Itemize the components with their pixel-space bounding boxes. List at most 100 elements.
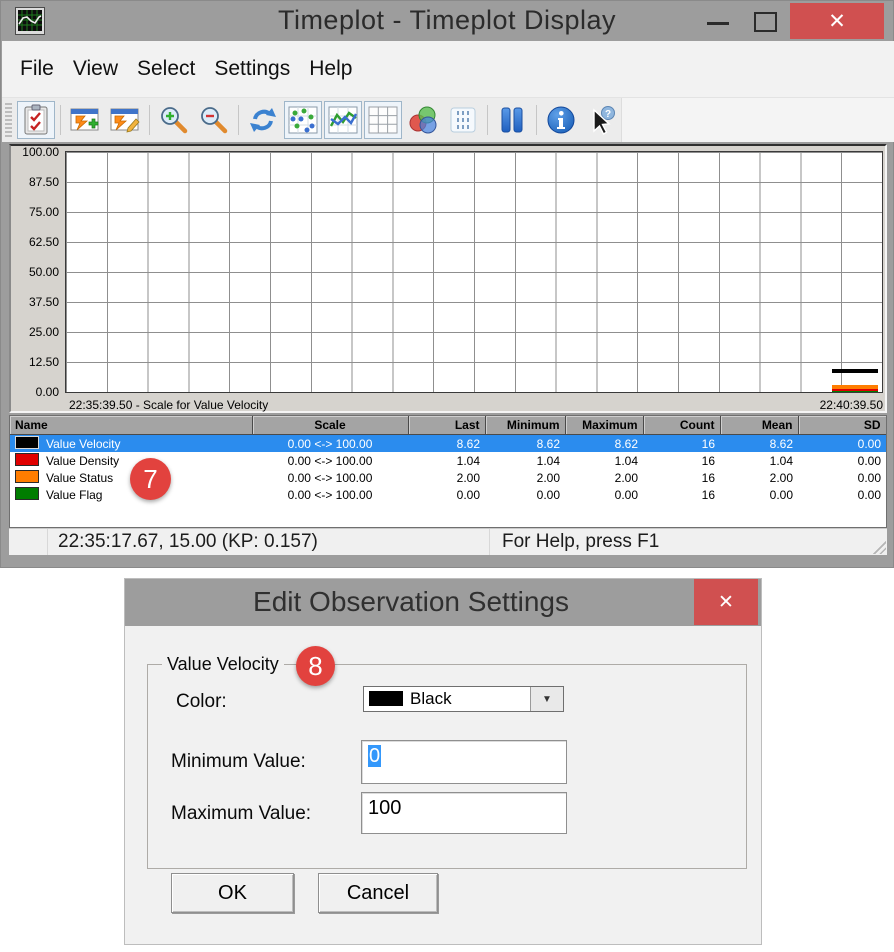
column-header-sd[interactable]: SD <box>798 416 886 435</box>
venn-circles-button[interactable] <box>404 101 442 139</box>
pause-button[interactable] <box>493 101 531 139</box>
close-icon: ✕ <box>718 591 734 613</box>
cell-count: 16 <box>701 487 715 502</box>
column-header-last[interactable]: Last <box>408 416 486 435</box>
y-tick-label: 62.50 <box>28 235 59 249</box>
zoom-in-button[interactable] <box>155 101 193 139</box>
toolbar-separator <box>149 105 150 135</box>
cell-last: 2.00 <box>456 470 480 485</box>
cell-max: 1.04 <box>614 453 638 468</box>
help-cursor-icon: ? <box>593 106 615 135</box>
refresh-button[interactable] <box>244 101 282 139</box>
y-axis-ticks: 100.00 87.50 75.00 62.50 50.00 37.50 25.00 12.5… <box>11 145 61 399</box>
y-tick-label: 75.00 <box>28 205 59 219</box>
cancel-button[interactable]: Cancel <box>318 873 438 913</box>
series-color-swatch <box>15 453 39 466</box>
dialog-close-button[interactable]: ✕ <box>694 579 758 625</box>
titlebar: Timeplot - Timeplot Display ✕ <box>1 1 893 41</box>
step-8-annotation: 8 <box>296 646 335 686</box>
cell-max: 8.62 <box>565 434 643 452</box>
y-tick-label: 100.00 <box>22 145 59 159</box>
maximize-button[interactable] <box>754 12 777 32</box>
help-cursor-button[interactable]: ? <box>582 101 620 139</box>
edit-plot-button[interactable] <box>106 101 144 139</box>
groupbox-label: Value Velocity <box>162 654 284 675</box>
ok-button[interactable]: OK <box>171 873 294 913</box>
y-tick-label: 37.50 <box>28 295 59 309</box>
column-header-scale[interactable]: Scale <box>252 416 409 435</box>
close-button[interactable]: ✕ <box>790 3 884 39</box>
menu-item-select[interactable]: Select <box>137 57 195 81</box>
toolbar-empty-area <box>621 98 894 142</box>
venn-circles-icon <box>409 106 437 134</box>
x-start-label: 22:35:39.50 - Scale for Value Velocity <box>69 398 269 412</box>
help-hint-text: For Help, press F1 <box>502 531 660 552</box>
plot-area[interactable] <box>65 151 883 393</box>
y-tick-label: 0.00 <box>35 385 59 399</box>
y-tick-label: 50.00 <box>28 265 59 279</box>
close-icon: ✕ <box>828 9 846 33</box>
x-end-label: 22:40:39.50 <box>819 398 883 412</box>
info-button[interactable] <box>542 101 580 139</box>
resize-grip[interactable] <box>871 539 886 554</box>
cell-mean: 1.04 <box>769 453 793 468</box>
maximum-value-input[interactable]: 100 <box>361 792 567 834</box>
grid-icon <box>368 106 398 134</box>
cell-last: 8.62 <box>408 434 485 452</box>
column-header-name[interactable]: Name <box>10 416 253 435</box>
cell-mean: 8.62 <box>720 434 798 452</box>
add-plot-button[interactable] <box>66 101 104 139</box>
selected-input-text: 0 <box>368 745 382 767</box>
menu-item-file[interactable]: File <box>20 57 54 81</box>
edit-plot-icon <box>110 108 140 133</box>
dropdown-button[interactable]: ▼ <box>530 687 563 711</box>
column-header-mean[interactable]: Mean <box>720 416 799 435</box>
cell-min: 1.04 <box>536 453 560 468</box>
color-label: Color: <box>176 691 227 712</box>
minimize-button[interactable] <box>707 22 729 25</box>
color-dropdown[interactable]: Black ▼ <box>363 686 564 712</box>
menu-item-view[interactable]: View <box>73 57 118 81</box>
refresh-icon <box>250 108 276 132</box>
series-color-swatch <box>15 487 39 500</box>
toolbar-gripper[interactable] <box>5 103 12 137</box>
cell-count: 16 <box>701 453 715 468</box>
cell-last: 0.00 <box>456 487 480 502</box>
markers-icon <box>450 107 476 133</box>
cell-sd: 0.00 <box>857 470 881 485</box>
cell-sd: 0.00 <box>857 487 881 502</box>
line-chart-toggle[interactable] <box>324 101 362 139</box>
y-tick-label: 12.50 <box>28 355 59 369</box>
series-name: Value Density <box>46 454 120 468</box>
cell-min: 2.00 <box>536 470 560 485</box>
chevron-down-icon: ▼ <box>542 693 552 705</box>
x-axis-labels: 22:35:39.50 - Scale for Value Velocity 2… <box>65 396 883 412</box>
svg-text:?: ? <box>605 109 611 120</box>
scatter-plot-toggle[interactable] <box>284 101 322 139</box>
toolbar: ? <box>2 98 894 142</box>
cell-mean: 2.00 <box>769 470 793 485</box>
dialog-titlebar: Edit Observation Settings ✕ <box>125 579 761 626</box>
input-text: 100 <box>368 797 402 819</box>
column-header-count[interactable]: Count <box>643 416 721 435</box>
zoom-out-button[interactable] <box>195 101 233 139</box>
column-header-minimum[interactable]: Minimum <box>485 416 566 435</box>
series-color-swatch <box>15 436 39 449</box>
table-row-value-velocity[interactable]: Value Velocity 0.00 <-> 100.00 8.62 8.62 8.6… <box>10 434 886 452</box>
column-header-maximum[interactable]: Maximum <box>565 416 644 435</box>
status-bar: 22:35:17.67, 15.00 (KP: 0.157) For Help,… <box>9 528 887 555</box>
cell-count: 16 <box>643 434 720 452</box>
minimum-value-input[interactable]: 0 <box>361 740 567 784</box>
cell-scale: 0.00 <-> 100.00 <box>252 434 408 452</box>
grid-toggle[interactable] <box>364 101 402 139</box>
status-position-panel: 22:35:17.67, 15.00 (KP: 0.157) <box>48 529 490 555</box>
cell-sd: 0.00 <box>857 453 881 468</box>
markers-button[interactable] <box>444 101 482 139</box>
checklist-button[interactable] <box>17 101 55 139</box>
add-plot-icon <box>70 108 99 131</box>
scatter-plot-icon <box>288 106 318 134</box>
minimum-value-label: Minimum Value: <box>171 751 306 772</box>
menu-item-help[interactable]: Help <box>309 57 352 81</box>
zoom-in-icon <box>161 107 188 134</box>
menu-item-settings[interactable]: Settings <box>214 57 290 81</box>
